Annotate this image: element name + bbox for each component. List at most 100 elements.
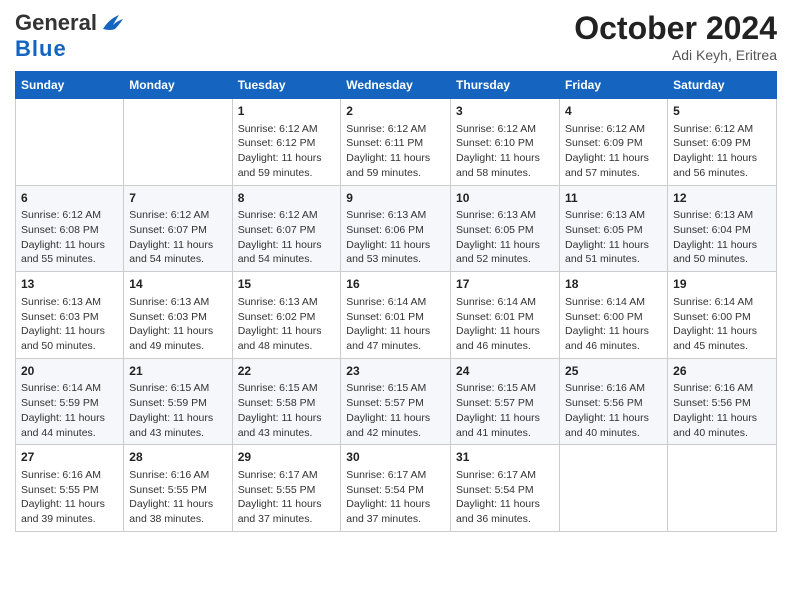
day-info: Sunrise: 6:15 AMSunset: 5:57 PMDaylight:… [346,381,445,440]
calendar-cell: 31 Sunrise: 6:17 AMSunset: 5:54 PMDayligh… [451,445,560,532]
day-info: Sunrise: 6:13 AMSunset: 6:03 PMDaylight:… [21,295,118,354]
day-info: Sunrise: 6:12 AMSunset: 6:10 PMDaylight:… [456,122,554,181]
calendar-cell: 8Sunrise: 6:12 AMSunset: 6:07 PMDaylight… [232,185,341,272]
header-friday: Friday [560,72,668,99]
day-number: 11 [565,190,662,207]
day-number: 19 [673,276,771,293]
logo-blue-text: Blue [15,36,67,61]
calendar-cell: 24Sunrise: 6:15 AMSunset: 5:57 PMDayligh… [451,358,560,445]
day-info: Sunrise: 6:17 AMSunset: 5:54 PMDaylight:… [346,468,445,527]
day-number: 15 [238,276,336,293]
day-number: 24 [456,363,554,380]
calendar-cell: 14 Sunrise: 6:13 AMSunset: 6:03 PMDayligh… [124,272,232,359]
day-number: 17 [456,276,554,293]
day-number: 7 [129,190,226,207]
header-wednesday: Wednesday [341,72,451,99]
calendar-cell: 9Sunrise: 6:13 AMSunset: 6:06 PMDaylight… [341,185,451,272]
calendar-cell: 11Sunrise: 6:13 AMSunset: 6:05 PMDayligh… [560,185,668,272]
calendar-cell: 4 Sunrise: 6:12 AMSunset: 6:09 PMDaylight… [560,99,668,186]
day-info: Sunrise: 6:12 AMSunset: 6:07 PMDaylight:… [238,208,336,267]
day-number: 5 [673,103,771,120]
day-number: 3 [456,103,554,120]
calendar-cell: 6Sunrise: 6:12 AMSunset: 6:08 PMDaylight… [16,185,124,272]
calendar-cell: 29 Sunrise: 6:17 AMSunset: 5:55 PMDayligh… [232,445,341,532]
day-number: 16 [346,276,445,293]
logo: General Blue [15,10,127,62]
day-info: Sunrise: 6:14 AMSunset: 6:01 PMDaylight:… [346,295,445,354]
day-number: 13 [21,276,118,293]
calendar-cell: 20Sunrise: 6:14 AMSunset: 5:59 PMDayligh… [16,358,124,445]
calendar-cell: 30 Sunrise: 6:17 AMSunset: 5:54 PMDayligh… [341,445,451,532]
day-info: Sunrise: 6:13 AMSunset: 6:03 PMDaylight:… [129,295,226,354]
calendar-cell [16,99,124,186]
calendar-cell: 18Sunrise: 6:14 AMSunset: 6:00 PMDayligh… [560,272,668,359]
day-number: 22 [238,363,336,380]
day-info: Sunrise: 6:16 AMSunset: 5:56 PMDaylight:… [565,381,662,440]
day-info: Sunrise: 6:16 AMSunset: 5:55 PMDaylight:… [21,468,118,527]
calendar-header-row: SundayMondayTuesdayWednesdayThursdayFrid… [16,72,777,99]
header-monday: Monday [124,72,232,99]
day-info: Sunrise: 6:13 AMSunset: 6:05 PMDaylight:… [565,208,662,267]
day-info: Sunrise: 6:12 AMSunset: 6:09 PMDaylight:… [673,122,771,181]
page-header: General Blue October 2024 Adi Keyh, Erit… [15,10,777,63]
calendar-cell [124,99,232,186]
calendar-week-2: 6Sunrise: 6:12 AMSunset: 6:08 PMDaylight… [16,185,777,272]
day-number: 29 [238,449,336,466]
calendar-cell: 15Sunrise: 6:13 AMSunset: 6:02 PMDayligh… [232,272,341,359]
calendar-cell: 10Sunrise: 6:13 AMSunset: 6:05 PMDayligh… [451,185,560,272]
header-thursday: Thursday [451,72,560,99]
day-number: 12 [673,190,771,207]
day-number: 27 [21,449,118,466]
calendar-cell: 21Sunrise: 6:15 AMSunset: 5:59 PMDayligh… [124,358,232,445]
day-info: Sunrise: 6:12 AMSunset: 6:11 PMDaylight:… [346,122,445,181]
day-info: Sunrise: 6:12 AMSunset: 6:09 PMDaylight:… [565,122,662,181]
day-number: 9 [346,190,445,207]
calendar-cell: 28 Sunrise: 6:16 AMSunset: 5:55 PMDayligh… [124,445,232,532]
day-info: Sunrise: 6:14 AMSunset: 6:01 PMDaylight:… [456,295,554,354]
day-info: Sunrise: 6:14 AMSunset: 6:00 PMDaylight:… [565,295,662,354]
calendar-week-1: 1Sunrise: 6:12 AMSunset: 6:12 PMDaylight… [16,99,777,186]
location-title: Adi Keyh, Eritrea [574,47,777,63]
calendar-cell [560,445,668,532]
day-number: 10 [456,190,554,207]
day-info: Sunrise: 6:13 AMSunset: 6:04 PMDaylight:… [673,208,771,267]
calendar-cell: 17 Sunrise: 6:14 AMSunset: 6:01 PMDayligh… [451,272,560,359]
day-number: 26 [673,363,771,380]
calendar-cell: 5 Sunrise: 6:12 AMSunset: 6:09 PMDaylight… [668,99,777,186]
day-info: Sunrise: 6:16 AMSunset: 5:55 PMDaylight:… [129,468,226,527]
calendar-cell: 23Sunrise: 6:15 AMSunset: 5:57 PMDayligh… [341,358,451,445]
logo-general-text: General [15,10,97,36]
day-number: 6 [21,190,118,207]
day-info: Sunrise: 6:13 AMSunset: 6:06 PMDaylight:… [346,208,445,267]
month-title: October 2024 [574,10,777,47]
day-number: 25 [565,363,662,380]
day-info: Sunrise: 6:17 AMSunset: 5:55 PMDaylight:… [238,468,336,527]
calendar-cell: 3 Sunrise: 6:12 AMSunset: 6:10 PMDaylight… [451,99,560,186]
day-number: 14 [129,276,226,293]
title-block: October 2024 Adi Keyh, Eritrea [574,10,777,63]
header-saturday: Saturday [668,72,777,99]
day-info: Sunrise: 6:15 AMSunset: 5:57 PMDaylight:… [456,381,554,440]
day-number: 28 [129,449,226,466]
calendar-cell: 25Sunrise: 6:16 AMSunset: 5:56 PMDayligh… [560,358,668,445]
day-number: 30 [346,449,445,466]
calendar-cell: 2 Sunrise: 6:12 AMSunset: 6:11 PMDaylight… [341,99,451,186]
calendar-cell: 26Sunrise: 6:16 AMSunset: 5:56 PMDayligh… [668,358,777,445]
day-number: 31 [456,449,554,466]
day-info: Sunrise: 6:16 AMSunset: 5:56 PMDaylight:… [673,381,771,440]
calendar-cell: 1Sunrise: 6:12 AMSunset: 6:12 PMDaylight… [232,99,341,186]
day-info: Sunrise: 6:17 AMSunset: 5:54 PMDaylight:… [456,468,554,527]
calendar-week-4: 20Sunrise: 6:14 AMSunset: 5:59 PMDayligh… [16,358,777,445]
calendar-cell: 7Sunrise: 6:12 AMSunset: 6:07 PMDaylight… [124,185,232,272]
calendar-cell: 22Sunrise: 6:15 AMSunset: 5:58 PMDayligh… [232,358,341,445]
day-info: Sunrise: 6:14 AMSunset: 5:59 PMDaylight:… [21,381,118,440]
day-number: 2 [346,103,445,120]
header-tuesday: Tuesday [232,72,341,99]
calendar-week-5: 27 Sunrise: 6:16 AMSunset: 5:55 PMDayligh… [16,445,777,532]
header-sunday: Sunday [16,72,124,99]
day-info: Sunrise: 6:12 AMSunset: 6:08 PMDaylight:… [21,208,118,267]
day-number: 4 [565,103,662,120]
calendar-week-3: 13 Sunrise: 6:13 AMSunset: 6:03 PMDayligh… [16,272,777,359]
calendar-cell: 19Sunrise: 6:14 AMSunset: 6:00 PMDayligh… [668,272,777,359]
day-info: Sunrise: 6:15 AMSunset: 5:59 PMDaylight:… [129,381,226,440]
